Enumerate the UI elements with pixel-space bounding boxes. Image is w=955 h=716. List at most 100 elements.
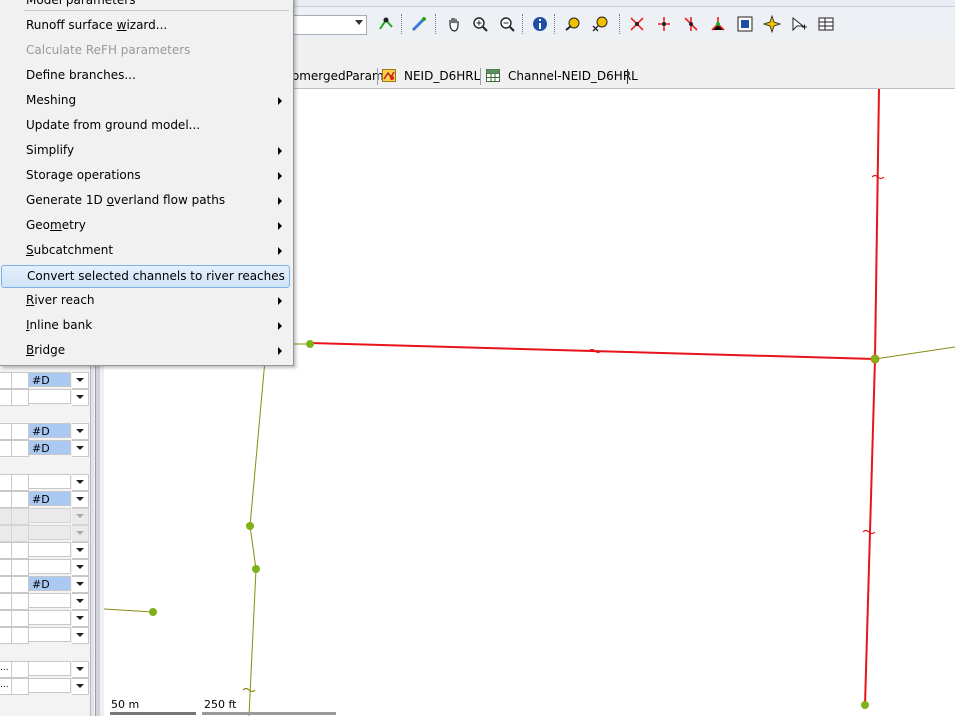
grid-cell[interactable] [0,440,12,457]
chevron-down-icon[interactable] [355,20,363,25]
grid-cell[interactable] [12,559,29,576]
edit-table-button[interactable] [817,15,835,33]
grid-cell[interactable] [12,627,29,644]
trace-downstream-button[interactable] [682,15,700,33]
grid-cell-value[interactable]: #D [29,372,71,387]
grid-cell-value[interactable] [29,508,71,523]
grid-cell[interactable] [12,678,29,695]
trace-upstream-button[interactable] [655,15,673,33]
grid-cell[interactable] [12,474,29,491]
ellipsis-button[interactable]: ... [0,662,11,675]
dropdown-arrow-icon[interactable] [72,576,89,593]
dropdown-arrow-icon[interactable] [72,474,89,491]
grid-cell[interactable] [12,440,29,457]
dropdown-arrow-icon[interactable] [72,423,89,440]
panel-splitter[interactable] [95,365,100,716]
select-area-button[interactable] [736,15,754,33]
node[interactable] [306,340,314,348]
grid-cell[interactable] [0,508,12,525]
grid-row[interactable] [0,610,89,627]
grid-cell-value[interactable]: #D [29,423,71,438]
grid-cell[interactable] [12,576,29,593]
grid-cell[interactable] [0,423,12,440]
grid-row[interactable] [0,593,89,610]
grid-cell[interactable] [0,372,12,389]
grid-cell-value[interactable] [29,678,71,693]
dropdown-arrow-icon[interactable] [72,627,89,644]
grid-cell[interactable] [12,610,29,627]
grid-row[interactable]: #D [0,372,89,389]
menu-item-geometry[interactable]: Geometry [0,213,291,238]
node[interactable] [252,565,260,573]
zoom-in-button[interactable] [471,15,489,33]
dropdown-arrow-icon[interactable] [72,440,89,457]
dropdown-arrow-icon[interactable] [72,678,89,695]
dropdown-arrow-icon[interactable] [72,593,89,610]
tab-geoplan[interactable]: NEID_D6HRL [382,66,480,87]
menu-item-meshing[interactable]: Meshing [0,88,291,113]
grid-cell-value[interactable] [29,389,71,404]
grid-cell-value[interactable] [29,593,71,608]
menu-item-generate-1d-overland[interactable]: Generate 1D overland flow paths [0,188,291,213]
pan-button[interactable] [445,15,463,33]
grid-cell-value[interactable]: #D [29,491,71,506]
dropdown-arrow-icon[interactable] [72,491,89,508]
menu-item-inline-bank[interactable]: Inline bank [0,313,291,338]
dropdown-arrow-icon[interactable] [72,389,89,406]
grid-row[interactable] [0,559,89,576]
menu-item-subcatchment[interactable]: Subcatchment [0,238,291,263]
grid-cell[interactable] [0,525,12,542]
link-west[interactable] [104,608,154,613]
grid-cell[interactable] [0,389,12,406]
grid-row[interactable] [0,389,89,406]
grid-cell-value[interactable] [29,610,71,625]
node[interactable] [861,701,869,709]
menu-item-runoff-surface-wizard[interactable]: Runoff surface wizard... [0,13,291,38]
grid-cell[interactable] [12,508,29,525]
grid-cell[interactable] [12,389,29,406]
grid-cell[interactable] [0,593,12,610]
grid-cell-value[interactable] [29,474,71,489]
grid-cell[interactable] [12,525,29,542]
node[interactable] [870,354,880,364]
tab-submerged-param[interactable]: ubmergedParam [284,66,384,87]
grid-cell[interactable] [12,542,29,559]
add-node-button[interactable] [790,15,808,33]
grid-row[interactable]: #D [0,491,89,508]
network-combo[interactable] [290,15,367,35]
dropdown-arrow-icon[interactable] [72,610,89,627]
trace-button[interactable] [628,15,646,33]
selected-link-horizontal[interactable] [309,342,876,360]
grid-cell[interactable] [12,491,29,508]
grid-cell-value[interactable]: #D [29,440,71,455]
grid-cell[interactable] [12,593,29,610]
grid-cell-value[interactable] [29,627,71,642]
ellipsis-button[interactable]: ... [0,679,11,692]
grid-cell[interactable] [12,372,29,389]
menu-item-define-branches[interactable]: Define branches... [0,63,291,88]
grid-row[interactable] [0,627,89,644]
dropdown-arrow-icon[interactable] [72,661,89,678]
link-vertical-olive[interactable] [248,348,267,716]
menu-item-river-reach[interactable]: River reach [0,288,291,313]
grid-row[interactable]: #D [0,423,89,440]
node[interactable] [149,608,157,616]
menu-item-model-parameters[interactable]: Model parameters [0,0,291,13]
menu-item-convert-channels-to-river-reaches[interactable]: Convert selected channels to river reach… [1,265,290,288]
selected-link-vertical[interactable] [864,89,880,706]
menu-item-update-from-ground-model[interactable]: Update from ground model... [0,113,291,138]
grid-cell[interactable] [0,559,12,576]
grid-row[interactable]: ... [0,661,89,678]
grid-cell[interactable] [0,627,12,644]
clear-find-button[interactable] [591,15,609,33]
grid-cell[interactable] [12,423,29,440]
tab-channel-grid[interactable]: Channel-NEID_D6HRL [486,66,638,87]
network-select-button[interactable] [377,15,395,33]
grid-scrollbar[interactable] [90,365,94,716]
grid-row[interactable] [0,508,89,525]
trace-connected-button[interactable] [709,15,727,33]
grid-cell[interactable]: ... [0,661,12,678]
menu-item-storage-operations[interactable]: Storage operations [0,163,291,188]
grid-row[interactable] [0,474,89,491]
grid-cell-value[interactable] [29,542,71,557]
